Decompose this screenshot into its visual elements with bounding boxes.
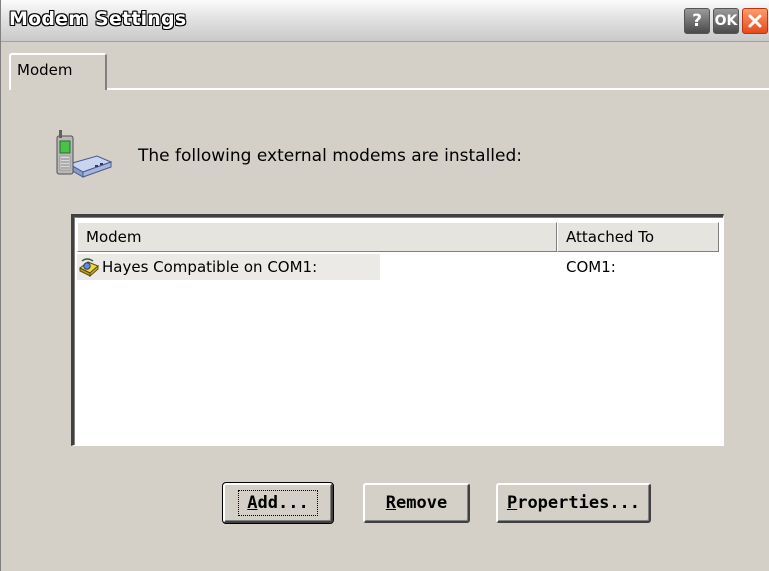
tab-panel-border [107,88,769,90]
remove-button[interactable]: Remove [363,483,470,523]
tab-modem[interactable]: Modem [9,53,107,90]
remove-mnemonic: R [385,493,397,513]
ok-button[interactable]: OK [713,8,739,34]
column-header-modem[interactable]: Modem [77,222,557,252]
column-header-attached-to[interactable]: Attached To [557,222,719,252]
add-button-label: Add... [238,490,318,516]
list-item[interactable]: Hayes Compatible on COM1: COM1: [77,254,719,280]
phone-modem-icon [51,126,113,182]
title-bar[interactable]: Modem Settings ? OK [1,0,769,42]
list-header: Modem Attached To [77,222,719,252]
attached-to-cell: COM1: [566,258,616,276]
properties-mnemonic: P [506,493,518,513]
help-button[interactable]: ? [684,8,710,34]
properties-button[interactable]: Properties... [496,483,651,523]
add-mnemonic: A [247,493,258,513]
modem-settings-window: Modem Settings ? OK Modem The following … [0,0,769,571]
intro-label: The following external modems are instal… [138,146,522,166]
window-title: Modem Settings [9,8,187,30]
properties-rest: roperties... [517,493,641,513]
modem-cell[interactable]: Hayes Compatible on COM1: [77,254,380,280]
close-button[interactable] [742,8,768,34]
remove-rest: emove [396,493,448,513]
close-icon [748,14,762,28]
add-rest: dd... [257,493,309,513]
modem-list[interactable]: Modem Attached To Hayes Compatible on CO… [71,214,724,446]
modem-device-icon [79,258,99,277]
add-button[interactable]: Add... [222,482,334,524]
modem-name: Hayes Compatible on COM1: [102,258,318,276]
